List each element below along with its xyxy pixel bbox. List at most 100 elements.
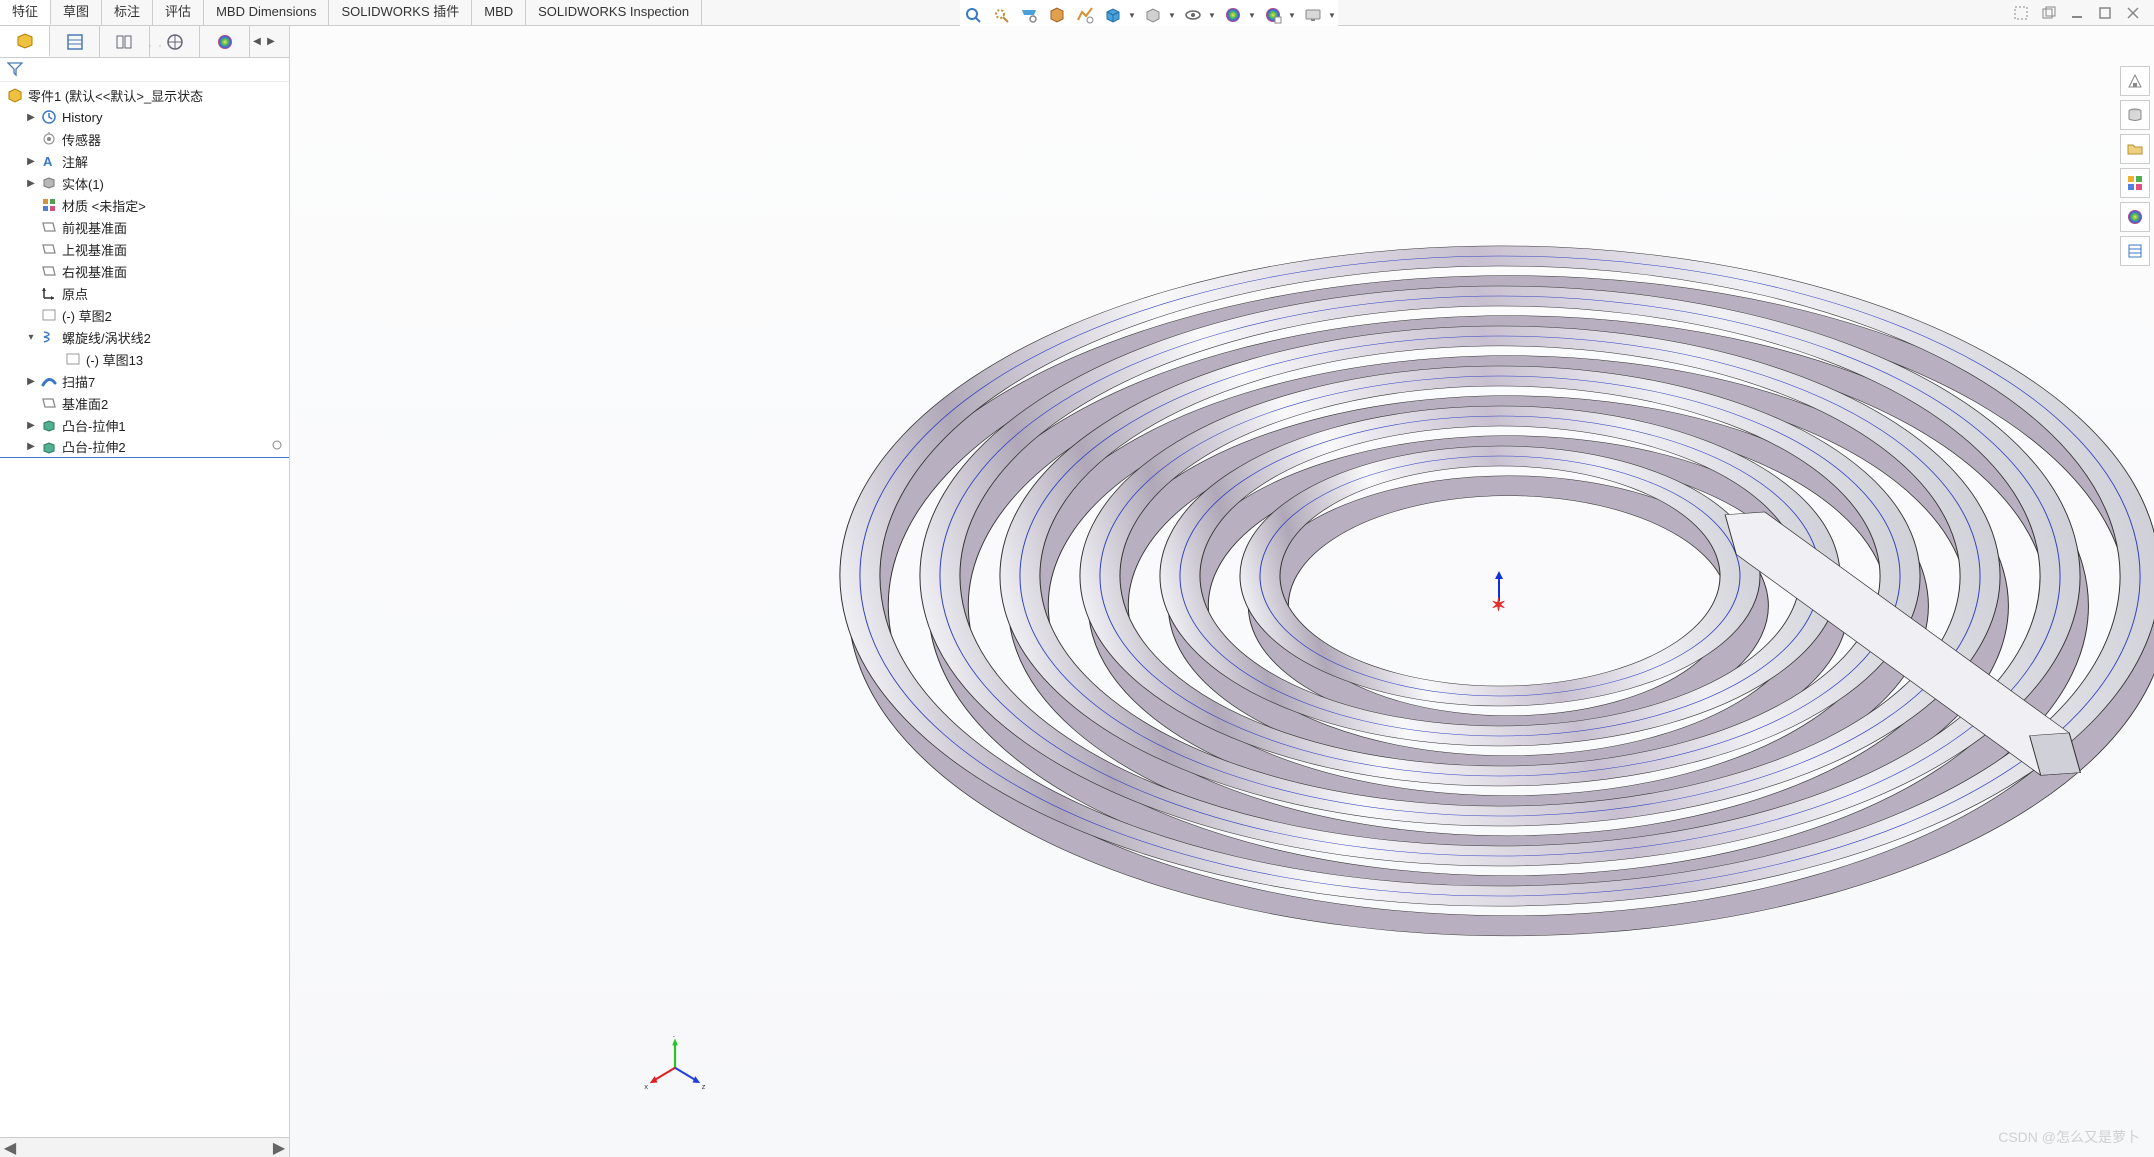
expander-icon[interactable]: ▶	[24, 376, 38, 387]
sensors-icon	[38, 131, 60, 147]
feature-tree[interactable]: 零件1 (默认<<默认>_显示状态 ▶ History 传感器 ▶ A 注解	[0, 82, 289, 1137]
tree-node-right-plane[interactable]: 右视基准面	[0, 260, 289, 282]
tree-filter-row	[0, 58, 289, 82]
solidworks-resources-tab-icon[interactable]	[2120, 66, 2150, 96]
tab-solidworks-addins[interactable]: SOLIDWORKS 插件	[329, 0, 472, 25]
previous-view-icon[interactable]	[1016, 2, 1042, 28]
tree-node-extrude2[interactable]: ▶ 凸台-拉伸2	[0, 436, 289, 458]
tree-node-origin[interactable]: 原点	[0, 282, 289, 304]
feature-manager-panel: ◀ ▶ 零件1 (默认<<默认>_显示状态 ▶ History	[0, 26, 290, 1157]
tab-annotate[interactable]: 标注	[102, 0, 153, 25]
part-icon	[4, 86, 26, 104]
extrude-icon	[38, 417, 60, 433]
tree-node-helix[interactable]: ▾ 螺旋线/涡状线2	[0, 326, 289, 348]
hide-show-dropdown-icon[interactable]: ▼	[1208, 11, 1218, 20]
rollback-bar-handle-icon[interactable]	[271, 439, 289, 454]
tree-filter-icon[interactable]	[6, 60, 24, 78]
sketch-icon	[62, 351, 84, 367]
window-restore-icon[interactable]	[2038, 2, 2060, 24]
expander-icon[interactable]: ▶	[24, 156, 38, 167]
tree-node-sensors[interactable]: 传感器	[0, 128, 289, 150]
history-icon	[38, 109, 60, 125]
tree-node-solid-bodies[interactable]: ▶ 实体(1)	[0, 172, 289, 194]
svg-text:z: z	[702, 1082, 706, 1091]
tree-node-top-plane[interactable]: 上视基准面	[0, 238, 289, 260]
scroll-track[interactable]	[20, 1138, 269, 1157]
extrude-icon	[38, 439, 60, 455]
tab-features[interactable]: 特征	[0, 0, 51, 25]
command-manager-tabs: 特征 草图 标注 评估 MBD Dimensions SOLIDWORKS 插件…	[0, 0, 2154, 26]
tree-node-annotations[interactable]: ▶ A 注解	[0, 150, 289, 172]
tab-solidworks-inspection[interactable]: SOLIDWORKS Inspection	[526, 0, 702, 25]
plane-icon	[38, 263, 60, 279]
design-library-tab-icon[interactable]	[2120, 100, 2150, 130]
material-icon	[38, 197, 60, 213]
apply-scene-icon[interactable]	[1260, 2, 1286, 28]
section-view-icon[interactable]	[1044, 2, 1070, 28]
edit-appearance-dropdown-icon[interactable]: ▼	[1248, 11, 1258, 20]
model-geometry	[810, 146, 2154, 1026]
tab-mbd[interactable]: MBD	[472, 0, 526, 25]
solid-bodies-icon	[38, 175, 60, 191]
expander-icon[interactable]: ▶	[24, 178, 38, 189]
view-orientation-icon[interactable]	[1100, 2, 1126, 28]
hide-show-icon[interactable]	[1180, 2, 1206, 28]
tab-sketch[interactable]: 草图	[51, 0, 102, 25]
scroll-right-icon[interactable]: ▶	[269, 1138, 289, 1157]
display-style-icon[interactable]	[1140, 2, 1166, 28]
origin-marker-icon: ✶	[1485, 571, 1513, 618]
zoom-to-area-icon[interactable]	[988, 2, 1014, 28]
window-restore-child-icon[interactable]	[2010, 2, 2032, 24]
apply-scene-dropdown-icon[interactable]: ▼	[1288, 11, 1298, 20]
helix-icon	[38, 329, 60, 345]
dynamic-annotation-icon[interactable]	[1072, 2, 1098, 28]
tree-node-sketch2[interactable]: (-) 草图2	[0, 304, 289, 326]
svg-text:A: A	[43, 154, 53, 169]
plane-icon	[38, 395, 60, 411]
main-area: ◀ ▶ 零件1 (默认<<默认>_显示状态 ▶ History	[0, 26, 2154, 1157]
tab-evaluate[interactable]: 评估	[153, 0, 204, 25]
expander-icon[interactable]: ▶	[24, 420, 38, 431]
tree-node-extrude1[interactable]: ▶ 凸台-拉伸1	[0, 414, 289, 436]
tree-node-sweep7[interactable]: ▶ 扫描7	[0, 370, 289, 392]
view-settings-dropdown-icon[interactable]: ▼	[1328, 11, 1338, 20]
tree-root-part[interactable]: 零件1 (默认<<默认>_显示状态	[0, 84, 289, 106]
sketch-icon	[38, 307, 60, 323]
window-close-icon[interactable]	[2122, 2, 2144, 24]
tree-node-front-plane[interactable]: 前视基准面	[0, 216, 289, 238]
display-style-dropdown-icon[interactable]: ▼	[1168, 11, 1178, 20]
window-minimize-icon[interactable]	[2066, 2, 2088, 24]
expander-icon[interactable]: ▶	[24, 112, 38, 123]
zoom-to-fit-icon[interactable]	[960, 2, 986, 28]
expander-icon[interactable]: ▾	[24, 332, 38, 343]
view-orientation-dropdown-icon[interactable]: ▼	[1128, 11, 1138, 20]
edit-appearance-icon[interactable]	[1220, 2, 1246, 28]
tab-mbd-dimensions[interactable]: MBD Dimensions	[204, 0, 329, 25]
plane-icon	[38, 241, 60, 257]
tree-horizontal-scrollbar[interactable]: ◀ ▶	[0, 1137, 289, 1157]
svg-text:x: x	[644, 1082, 648, 1091]
property-manager-tab[interactable]	[50, 26, 100, 57]
graphics-viewport[interactable]: ✶ y x z CSDN @怎么又是萝卜	[290, 26, 2154, 1157]
tree-node-sketch13[interactable]: (-) 草图13	[0, 348, 289, 370]
reference-triad[interactable]: y x z	[644, 1036, 707, 1103]
panel-tabs-scroll-right-icon[interactable]: ▶	[264, 26, 278, 57]
origin-icon	[38, 285, 60, 301]
window-maximize-icon[interactable]	[2094, 2, 2116, 24]
feature-manager-tab[interactable]	[0, 26, 50, 57]
app-root: 特征 草图 标注 评估 MBD Dimensions SOLIDWORKS 插件…	[0, 0, 2154, 1157]
plane-icon	[38, 219, 60, 235]
tree-node-plane2[interactable]: 基准面2	[0, 392, 289, 414]
watermark-text: CSDN @怎么又是萝卜	[1998, 1127, 2140, 1147]
panel-overflow-dots-icon	[120, 36, 200, 42]
tree-node-history[interactable]: ▶ History	[0, 106, 289, 128]
annotations-icon: A	[38, 153, 60, 169]
display-manager-tab[interactable]	[200, 26, 250, 57]
tree-node-material[interactable]: 材质 <未指定>	[0, 194, 289, 216]
panel-tabs-scroll-left-icon[interactable]: ◀	[250, 26, 264, 57]
sweep-icon	[38, 373, 60, 389]
expander-icon[interactable]: ▶	[24, 441, 38, 452]
window-controls	[2010, 2, 2154, 24]
scroll-left-icon[interactable]: ◀	[0, 1138, 20, 1157]
view-settings-icon[interactable]	[1300, 2, 1326, 28]
